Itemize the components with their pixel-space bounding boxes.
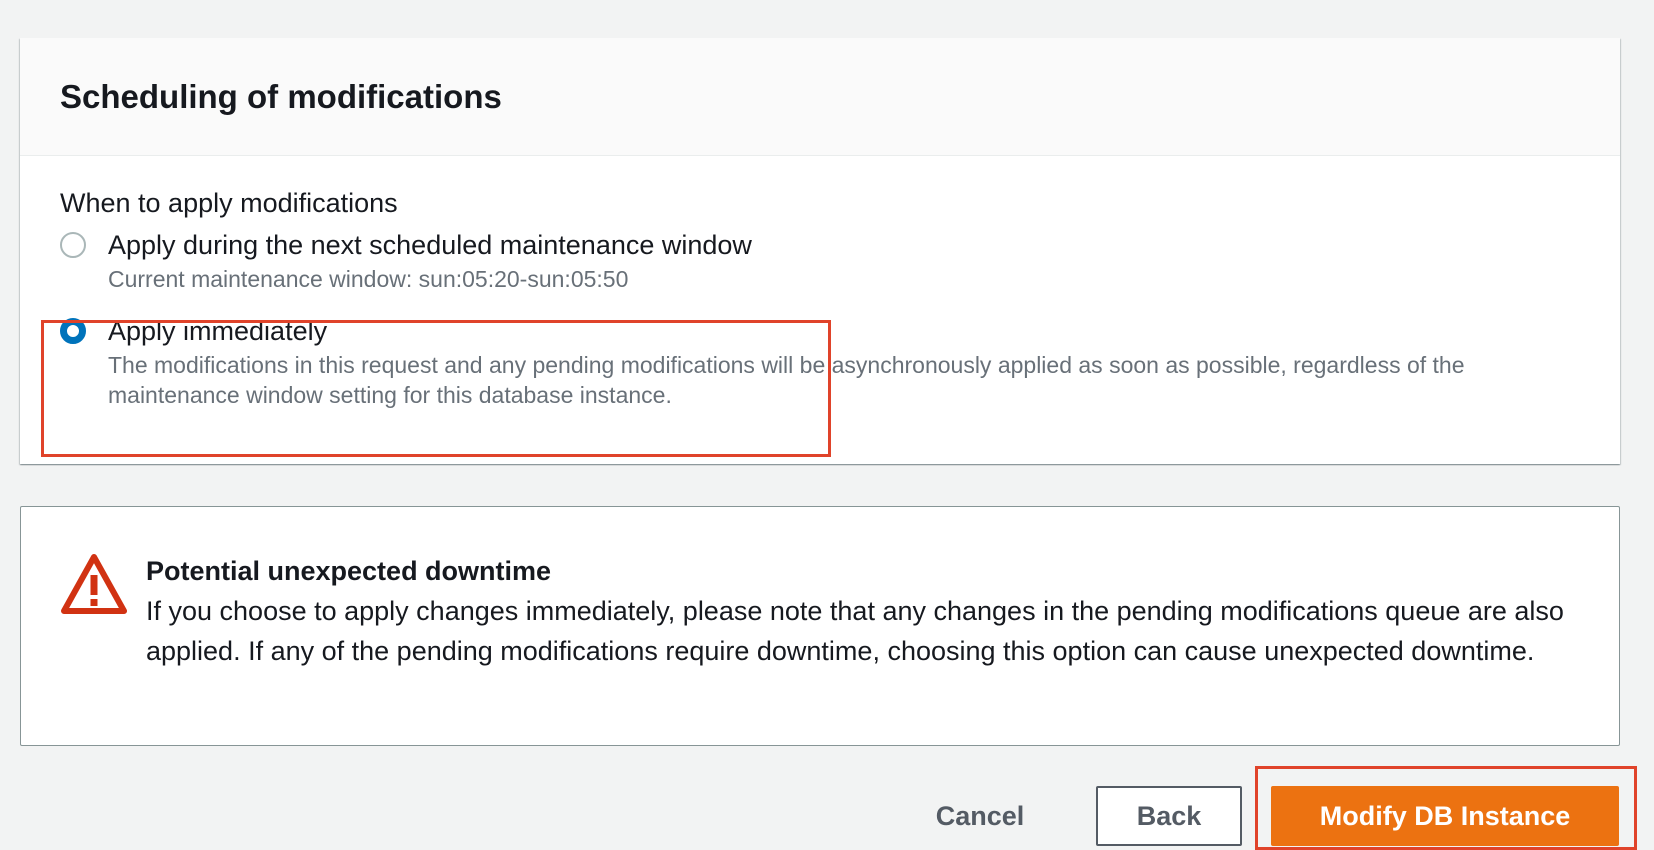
radio-button-apply-immediately[interactable] — [60, 318, 86, 344]
maintenance-window-description: Current maintenance window: sun:05:20-su… — [108, 266, 629, 292]
warning-triangle-icon — [61, 554, 127, 614]
alert-message: If you choose to apply changes immediate… — [146, 596, 1564, 666]
modify-db-instance-button[interactable]: Modify DB Instance — [1271, 786, 1619, 846]
radio-option-maintenance-window[interactable]: Apply during the next scheduled maintena… — [60, 228, 752, 294]
cancel-button[interactable]: Cancel — [920, 786, 1040, 846]
radio-option-apply-immediately[interactable]: Apply immediately The modifications in t… — [60, 314, 1560, 410]
alert-title: Potential unexpected downtime — [146, 556, 552, 586]
scheduling-panel: Scheduling of modifications When to appl… — [20, 38, 1620, 464]
back-button[interactable]: Back — [1096, 786, 1242, 846]
apply-immediately-description: The modifications in this request and an… — [108, 352, 1465, 408]
panel-header: Scheduling of modifications — [20, 38, 1620, 156]
downtime-warning-alert: Potential unexpected downtime If you cho… — [20, 506, 1620, 746]
panel-title: Scheduling of modifications — [60, 77, 502, 115]
when-to-apply-label: When to apply modifications — [60, 188, 398, 218]
radio-button-maintenance-window[interactable] — [60, 232, 86, 258]
radio-label-apply-immediately: Apply immediately — [108, 316, 328, 346]
radio-label-maintenance-window: Apply during the next scheduled maintena… — [108, 230, 752, 260]
form-footer: Cancel Back Modify DB Instance — [0, 786, 1654, 850]
